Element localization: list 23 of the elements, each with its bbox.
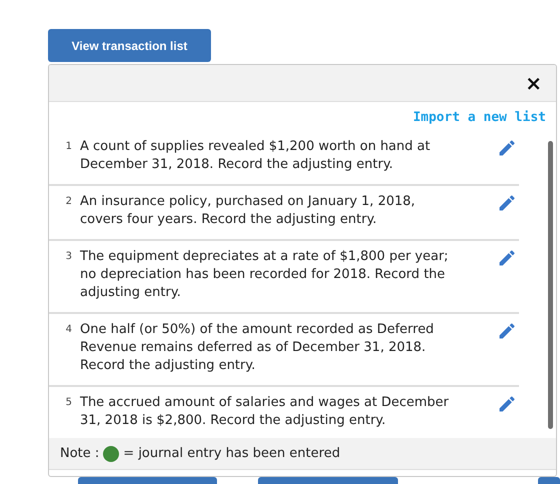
- pencil-icon[interactable]: [497, 394, 517, 414]
- view-list-button[interactable]: View transaction list: [48, 29, 211, 62]
- pencil-icon[interactable]: [497, 321, 517, 341]
- transaction-text: One half (or 50%) of the amount recorded as Deferred Revenue remains deferred as of December 31, 2018. Record the adjusting entry.: [80, 321, 435, 375]
- row-number: 1: [64, 140, 73, 154]
- import-link[interactable]: Import a new list: [412, 110, 546, 131]
- pencil-icon[interactable]: [497, 248, 517, 268]
- close-button[interactable]: ×: [523, 73, 544, 93]
- pencil-icon[interactable]: [497, 138, 517, 158]
- scrollbar[interactable]: [548, 141, 553, 429]
- row-number: 5: [64, 396, 73, 410]
- row-number: 4: [64, 323, 73, 337]
- row-number: 3: [64, 250, 73, 264]
- transaction-text: A count of supplies revealed $1,200 worth on hand at December 31, 2018. Record the adjusting entry.: [80, 138, 432, 174]
- note-text: = journal entry has been entered: [123, 446, 340, 461]
- legend-dot: [103, 446, 120, 462]
- transaction-text: The equipment depreciates at a rate of $1,800 per year; no depreciation has been recorded for 2018. Record the adjusting entry.: [80, 248, 450, 302]
- pencil-icon[interactable]: [497, 193, 517, 213]
- action-button[interactable]: [538, 477, 560, 484]
- note-label: Note :: [60, 446, 100, 461]
- transaction-text: An insurance policy, purchased on January 1, 2018, covers four years. Record the adjusting entry.: [80, 193, 416, 229]
- transaction-text: The accrued amount of salaries and wages at December 31, 2018 is $2,800. Record the adjusting entry.: [80, 394, 450, 430]
- row-number: 2: [64, 195, 73, 209]
